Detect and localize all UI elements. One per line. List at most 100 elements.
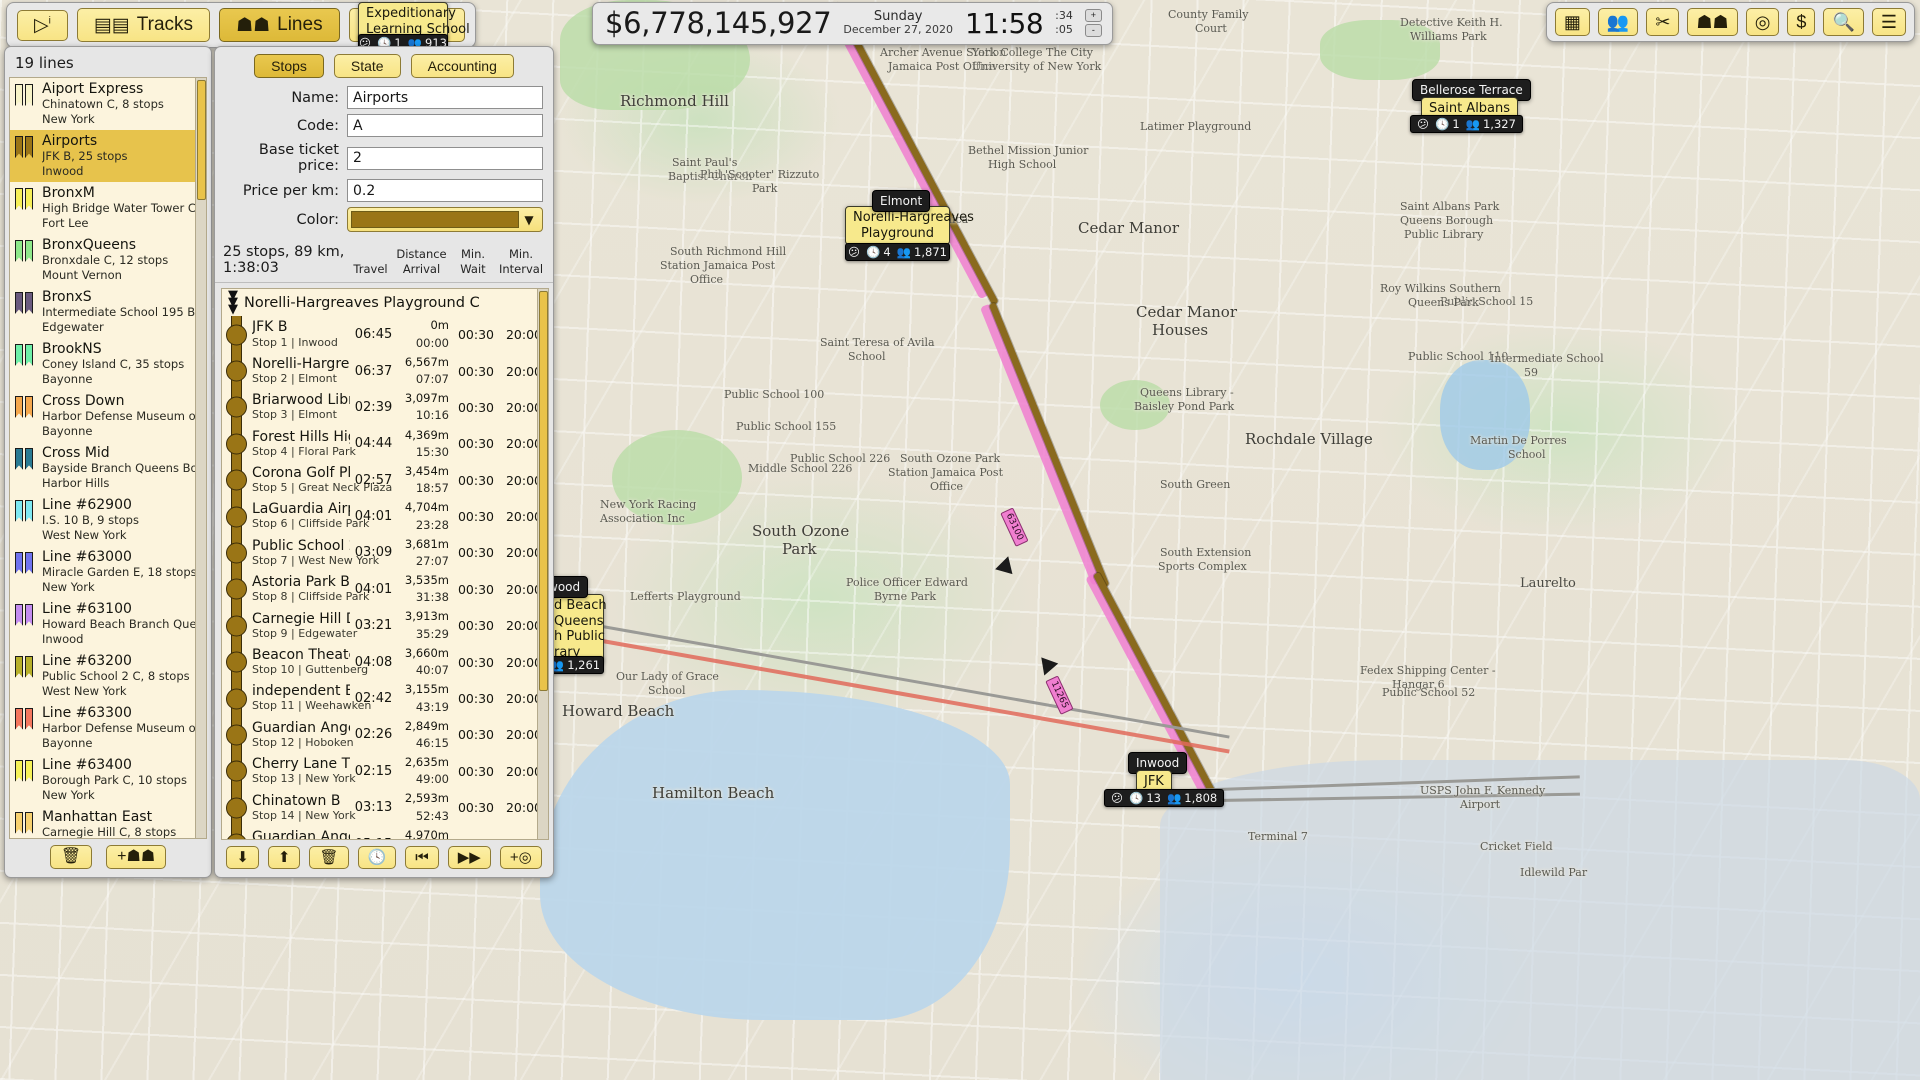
- line-list-item[interactable]: Aiport Express Chinatown C, 8 stops New Yo…: [10, 78, 206, 130]
- line-terminal: Chinatown C, 8 stops: [42, 97, 164, 112]
- norelli-waiting: 4: [883, 245, 891, 259]
- color-picker[interactable]: ▼: [347, 207, 543, 232]
- cursor-info-icon[interactable]: ▷i: [17, 9, 68, 41]
- station-card-howard-beach[interactable]: d Beach Queens h Public rary: [546, 594, 607, 665]
- timing-button[interactable]: 🕓: [357, 846, 397, 869]
- stop-row[interactable]: Carnegie Hill D Stop 9 | Edgewater 03:21 3,…: [222, 607, 548, 645]
- stop-row[interactable]: Briarwood Library BStop 3 | Elmont 02:39 3…: [222, 389, 548, 426]
- name-input[interactable]: Airports: [347, 86, 543, 109]
- tab-tracks[interactable]: ▤▤ Tracks: [76, 8, 211, 42]
- move-down-button[interactable]: ⬇: [226, 846, 259, 869]
- finance-icon[interactable]: $: [1787, 8, 1816, 36]
- stop-meta: Stop 7 | West New York: [252, 553, 380, 567]
- lines-count: 19 lines: [15, 54, 74, 72]
- line-color-flag-icon: [15, 239, 35, 264]
- search-icon[interactable]: 🔍: [1823, 8, 1864, 36]
- line-list-item[interactable]: Line #63200 Public School 2 C, 8 stops Wes…: [10, 650, 206, 702]
- stop-spine-icon: [222, 571, 248, 608]
- tab-state[interactable]: State: [333, 54, 401, 78]
- stop-row[interactable]: Public School 2 DStop 7 | West New York0…: [222, 534, 548, 572]
- stop-row[interactable]: Norelli-Hargreaves PlaygStop 2 | Elmont 0…: [222, 352, 548, 390]
- stop-distance-arrival: 3,535m 31:38: [404, 573, 449, 605]
- line-list-item[interactable]: BronxSIntermediate School 195 B, 10 stop…: [10, 286, 206, 338]
- line-list-item[interactable]: Line #63000 Miracle Garden E, 18 stops New…: [10, 546, 206, 598]
- line-list-item[interactable]: Line #63300Harbor Defense Museum of Fort…: [10, 702, 206, 754]
- line-terminal: Intermediate School 195 B, 10 stops: [42, 304, 200, 319]
- move-up-button[interactable]: ⬆: [267, 846, 301, 869]
- add-stop-button[interactable]: +◎: [499, 846, 542, 869]
- stop-row[interactable]: Forest Hills High School BStop 4 | Flora…: [222, 425, 548, 463]
- stop-name: Guardian Angel School B: [252, 719, 350, 736]
- tools-icon[interactable]: ✂: [1646, 8, 1680, 36]
- line-list-item[interactable]: Airports JFK B, 25 stops Inwood: [10, 129, 206, 182]
- price-per-km-input[interactable]: 0.2: [347, 179, 543, 202]
- map-layers-icon[interactable]: ▦: [1554, 8, 1590, 36]
- stop-row[interactable]: Chinatown B Stop 14 | New York 03:13 2,593m…: [222, 789, 548, 827]
- people-icon: 👥: [1166, 791, 1182, 805]
- line-list-item[interactable]: Line #63100Howard Beach Branch Queens Bo…: [10, 598, 206, 650]
- lines-scrollbar-thumb[interactable]: [197, 80, 206, 200]
- stop-row[interactable]: independent B Stop 11 | Weehawken 02:42 3,1…: [222, 680, 548, 718]
- tab-stops[interactable]: Stops: [254, 54, 324, 78]
- bellerose-label: Bellerose Terrace: [1420, 83, 1523, 97]
- map-water-body: [540, 690, 1010, 1020]
- stop-distance-arrival: 3,660m 40:07: [404, 645, 449, 678]
- stop-row[interactable]: JFK B Stop 1 | Inwood 06:45 0m 00:00 00:30 20:…: [222, 316, 548, 354]
- station-bubble-elmont[interactable]: Elmont: [872, 190, 931, 213]
- base-price-input[interactable]: 2: [347, 146, 543, 170]
- stop-row[interactable]: Astoria Park B Stop 8 | Cliffside Park 04:…: [222, 571, 548, 608]
- tab-accounting[interactable]: Accounting: [410, 54, 514, 78]
- stop-row[interactable]: Cherry Lane Theater BStop 13 | New York0…: [222, 753, 548, 790]
- line-list-item[interactable]: Cross DownHarbor Defense Museum of Fort …: [10, 390, 206, 442]
- code-input[interactable]: A: [347, 114, 543, 137]
- line-list-item[interactable]: Manhattan EastCarnegie Hill C, 8 stopsEd…: [10, 806, 206, 838]
- line-list-item[interactable]: Cross MidBayside Branch Queens Borough P…: [10, 442, 206, 494]
- stops-scrollbar-thumb[interactable]: [539, 291, 548, 691]
- lines-list[interactable]: Aiport Express Chinatown C, 8 stops New Yo…: [9, 77, 207, 839]
- menu-icon[interactable]: ☰: [1871, 8, 1906, 36]
- lines-icon: ☗☗: [236, 14, 271, 36]
- line-list-item[interactable]: BrookNS Coney Island C, 35 stops Bayonne: [10, 338, 206, 390]
- line-list-item[interactable]: Line #62900 I.S. 10 B, 9 stops West New Yo…: [10, 494, 206, 546]
- chevron-collapse-icon[interactable]: ▼ ▼ ▼: [228, 289, 238, 316]
- line-region: Harbor Hills: [42, 475, 110, 490]
- line-name: Airports: [42, 132, 98, 149]
- stop-row[interactable]: Guardian Angel School BStop 12 | Hoboken…: [222, 716, 548, 754]
- stops-scrollbar[interactable]: [537, 289, 548, 839]
- color-swatch[interactable]: [351, 211, 519, 228]
- stop-meta: Stop 12 | Hoboken: [252, 735, 354, 749]
- line-list-item[interactable]: Line #63400 Borough Park C, 10 stops New Y…: [10, 754, 206, 806]
- speed-down-button[interactable]: -: [1084, 24, 1102, 37]
- population-icon[interactable]: 👥: [1597, 8, 1639, 36]
- stop-row[interactable]: Beacon Theater BStop 10 | Guttenberg04:0…: [222, 643, 548, 681]
- map-green-area: [1320, 20, 1440, 80]
- stop-row[interactable]: Corona Golf PlaygroundStop 5 | Great Nec…: [222, 461, 548, 499]
- stop-row[interactable]: Guardian Angel School CStop 15 | Hoboken…: [222, 825, 548, 839]
- lines-scrollbar[interactable]: [195, 78, 206, 838]
- stop-row[interactable]: LaGuardia Airport BStop 6 | Cliffside Pa…: [222, 498, 548, 536]
- field-base-price: Base ticket price: 2: [215, 140, 553, 177]
- stop-meta: Stop 14 | New York: [252, 808, 356, 822]
- move-down-icon: ⬇: [236, 849, 249, 866]
- tab-lines[interactable]: ☗☗ Lines: [219, 8, 340, 42]
- line-region: Bayonne: [42, 423, 93, 438]
- field-color-label: Color:: [296, 211, 340, 228]
- stop-min-wait: 00:30: [457, 399, 495, 415]
- stations-icon[interactable]: ◎: [1745, 8, 1780, 36]
- field-price-per-km: Price per km: 0.2: [215, 177, 553, 205]
- next-stop-button[interactable]: ▶▶: [447, 846, 491, 869]
- stops-list[interactable]: ▼ ▼ ▼ Norelli-Hargreaves Playground C JFK …: [221, 288, 549, 840]
- clock-subseconds: :34 :05: [1055, 9, 1073, 37]
- line-list-item[interactable]: BronxMHigh Bridge Water Tower C, 6 stops…: [10, 182, 206, 234]
- lines-overview-icon[interactable]: ☗☗: [1687, 8, 1738, 36]
- jfk-waiting: 13: [1146, 791, 1161, 805]
- line-list-item[interactable]: BronxQueens Bronxdale C, 12 stops Mount Ve…: [10, 234, 206, 286]
- add-line-button[interactable]: +☗☗: [106, 845, 167, 869]
- sa-passengers: 1,327: [1482, 117, 1516, 131]
- delete-stop-button[interactable]: 🗑: [309, 846, 349, 869]
- speed-up-button[interactable]: +: [1084, 9, 1102, 22]
- jfk-label: JFK: [1144, 774, 1164, 789]
- jump-to-start-button[interactable]: ⏮: [405, 846, 439, 869]
- delete-line-button[interactable]: 🗑: [49, 845, 93, 869]
- chevron-down-icon[interactable]: ▼: [519, 213, 539, 227]
